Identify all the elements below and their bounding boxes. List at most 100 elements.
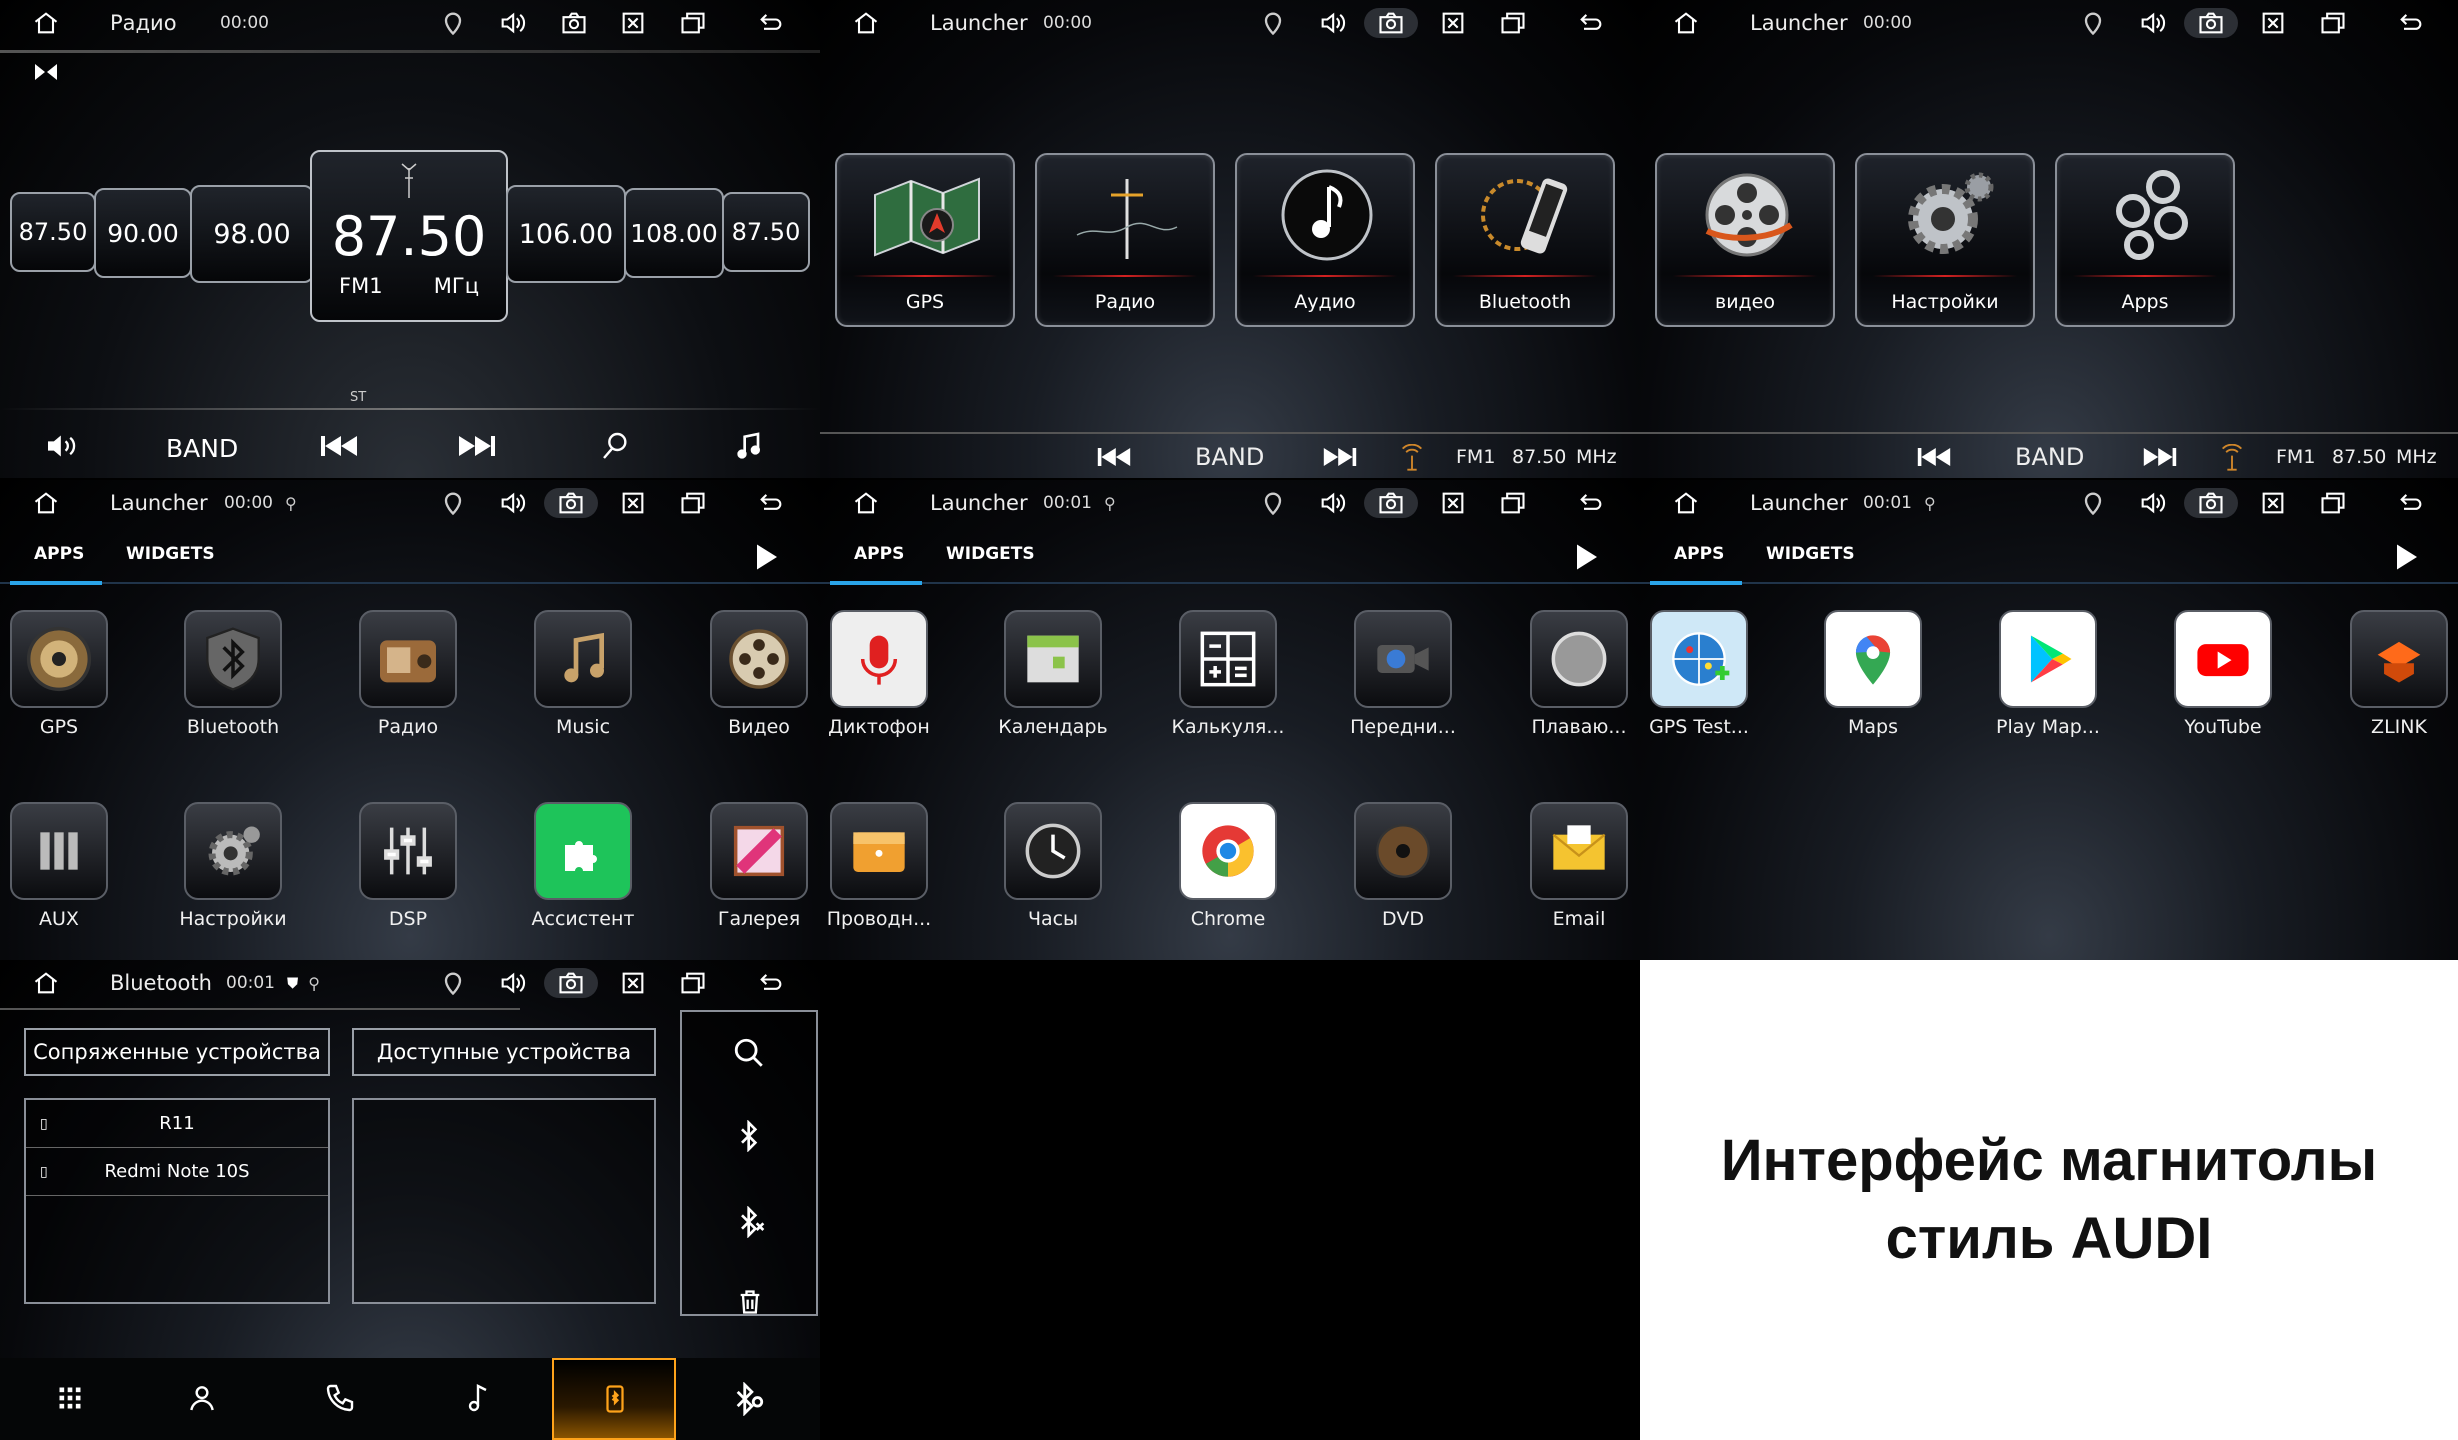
freq-preset-4[interactable]: 106.00 xyxy=(506,185,626,283)
home-icon[interactable] xyxy=(1670,8,1702,38)
app-radio[interactable]: Радио xyxy=(333,610,483,750)
app-bluetooth[interactable]: Bluetooth xyxy=(158,610,308,750)
camera-icon[interactable] xyxy=(2184,488,2238,518)
app-email[interactable]: Email xyxy=(1504,802,1640,942)
tile-gps[interactable]: GPS xyxy=(835,153,1015,327)
home-icon[interactable] xyxy=(850,488,882,518)
home-icon[interactable] xyxy=(30,488,62,518)
search-icon[interactable] xyxy=(600,430,632,466)
dialpad-icon[interactable] xyxy=(56,1384,84,1416)
play-store-icon[interactable] xyxy=(2392,542,2422,576)
prev-icon[interactable] xyxy=(1096,446,1132,473)
app-file-manager[interactable]: Проводн... xyxy=(820,802,954,942)
home-icon[interactable] xyxy=(1670,488,1702,518)
tile-video[interactable]: видео xyxy=(1655,153,1835,327)
freq-preset-1[interactable]: 87.50 xyxy=(10,192,96,272)
speaker-icon[interactable] xyxy=(44,432,80,464)
app-assistant[interactable]: Ассистент xyxy=(508,802,658,942)
app-gallery[interactable]: Галерея xyxy=(684,802,820,942)
app-zlink[interactable]: ZLINK xyxy=(2324,610,2458,750)
bt-nav-active-tab[interactable] xyxy=(552,1358,676,1440)
tab-apps[interactable]: APPS xyxy=(854,544,904,564)
band-button[interactable]: BAND xyxy=(2015,443,2084,471)
freq-preset-5[interactable]: 108.00 xyxy=(624,188,724,278)
camera-icon[interactable] xyxy=(544,968,598,998)
tab-widgets[interactable]: WIDGETS xyxy=(946,544,1035,564)
recent-apps-icon[interactable] xyxy=(677,968,709,998)
app-recorder[interactable]: Диктофон xyxy=(820,610,954,750)
bluetooth-settings-icon[interactable] xyxy=(732,1381,766,1420)
app-chrome[interactable]: Chrome xyxy=(1153,802,1303,942)
tile-settings[interactable]: Настройки xyxy=(1855,153,2035,327)
camera-icon[interactable] xyxy=(558,8,590,38)
back-icon[interactable] xyxy=(1575,8,1607,38)
volume-icon[interactable] xyxy=(496,488,528,518)
camera-icon[interactable] xyxy=(1364,488,1418,518)
close-icon[interactable] xyxy=(1437,8,1469,38)
app-dvd[interactable]: DVD xyxy=(1328,802,1478,942)
app-calculator[interactable]: Калькуля... xyxy=(1153,610,1303,750)
volume-icon[interactable] xyxy=(2136,488,2168,518)
recent-apps-icon[interactable] xyxy=(677,488,709,518)
freq-preset-3[interactable]: 98.00 xyxy=(190,185,314,283)
device-row[interactable]: ▯ Redmi Note 10S xyxy=(26,1148,328,1196)
tile-radio[interactable]: Радио xyxy=(1035,153,1215,327)
close-icon[interactable] xyxy=(617,8,649,38)
next-icon[interactable] xyxy=(1322,446,1358,473)
app-play-market[interactable]: Play Map... xyxy=(1973,610,2123,750)
recent-apps-icon[interactable] xyxy=(1497,488,1529,518)
device-row[interactable]: ▯ R11 xyxy=(26,1100,328,1148)
app-aux[interactable]: AUX xyxy=(0,802,134,942)
band-button[interactable]: BAND xyxy=(166,434,238,463)
trash-icon[interactable] xyxy=(736,1288,764,1320)
search-icon[interactable] xyxy=(732,1036,766,1074)
home-icon[interactable] xyxy=(30,8,62,38)
close-icon[interactable] xyxy=(1437,488,1469,518)
app-youtube[interactable]: YouTube xyxy=(2148,610,2298,750)
close-icon[interactable] xyxy=(2257,488,2289,518)
next-icon[interactable] xyxy=(456,434,498,462)
prev-icon[interactable] xyxy=(1916,446,1952,473)
app-dsp[interactable]: DSP xyxy=(333,802,483,942)
close-icon[interactable] xyxy=(617,488,649,518)
recent-apps-icon[interactable] xyxy=(2317,8,2349,38)
play-store-icon[interactable] xyxy=(752,542,782,576)
app-floating[interactable]: Плаваю... xyxy=(1504,610,1640,750)
freq-preset-2[interactable]: 90.00 xyxy=(94,188,192,278)
phone-call-icon[interactable] xyxy=(324,1382,356,1418)
back-icon[interactable] xyxy=(755,968,787,998)
tab-apps[interactable]: APPS xyxy=(34,544,84,564)
back-icon[interactable] xyxy=(755,8,787,38)
tile-audio[interactable]: Аудио xyxy=(1235,153,1415,327)
music-icon[interactable] xyxy=(462,1382,494,1418)
play-store-icon[interactable] xyxy=(1572,542,1602,576)
close-icon[interactable] xyxy=(2257,8,2289,38)
back-icon[interactable] xyxy=(755,488,787,518)
app-video[interactable]: Видео xyxy=(684,610,820,750)
volume-icon[interactable] xyxy=(496,8,528,38)
home-icon[interactable] xyxy=(30,968,62,998)
tab-apps[interactable]: APPS xyxy=(1674,544,1724,564)
app-gps-test[interactable]: GPS Test... xyxy=(1640,610,1774,750)
next-icon[interactable] xyxy=(2142,446,2178,473)
bluetooth-connect-icon[interactable] xyxy=(734,1119,766,1156)
back-icon[interactable] xyxy=(1575,488,1607,518)
camera-icon[interactable] xyxy=(1364,8,1418,38)
band-button[interactable]: BAND xyxy=(1195,443,1264,471)
home-icon[interactable] xyxy=(850,8,882,38)
music-settings-icon[interactable] xyxy=(734,430,766,466)
paired-devices-header[interactable]: Сопряженные устройства xyxy=(24,1028,330,1076)
close-icon[interactable] xyxy=(617,968,649,998)
tab-widgets[interactable]: WIDGETS xyxy=(126,544,215,564)
contacts-icon[interactable] xyxy=(186,1382,218,1418)
app-front-camera[interactable]: Передни... xyxy=(1328,610,1478,750)
recent-apps-icon[interactable] xyxy=(677,8,709,38)
app-maps[interactable]: Maps xyxy=(1798,610,1948,750)
prev-icon[interactable] xyxy=(318,434,360,462)
tile-bluetooth[interactable]: Bluetooth xyxy=(1435,153,1615,327)
current-frequency-card[interactable]: 87.50 FM1 МГц xyxy=(310,150,508,322)
volume-icon[interactable] xyxy=(496,968,528,998)
camera-icon[interactable] xyxy=(544,488,598,518)
tile-apps[interactable]: Apps xyxy=(2055,153,2235,327)
tab-widgets[interactable]: WIDGETS xyxy=(1766,544,1855,564)
